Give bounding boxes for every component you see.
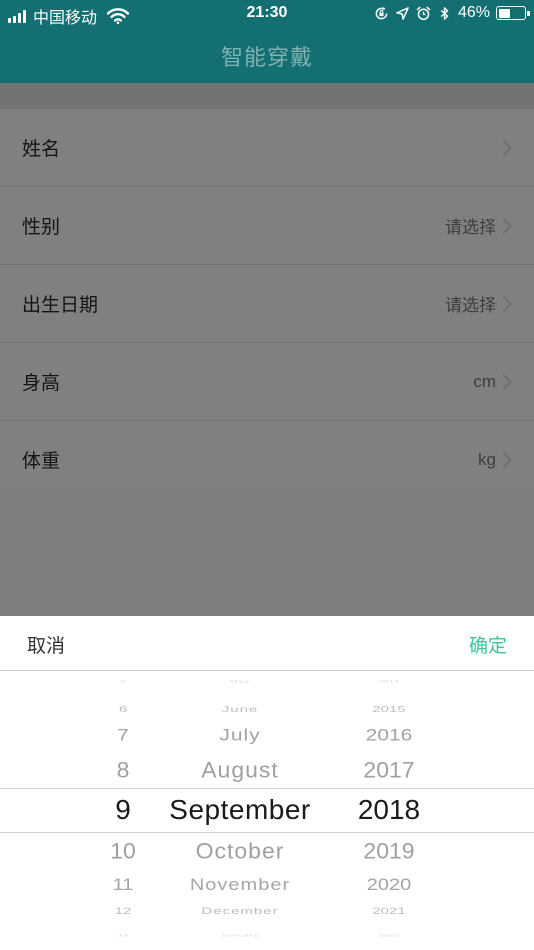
form-row-value-wrap: 请选择 [445,213,512,238]
day-option[interactable]: 11 [93,875,153,895]
form-row-value-wrap: 请选择 [445,291,512,316]
form-row-value-wrap: cm [473,372,512,392]
month-option[interactable]: January [150,933,330,938]
day-option[interactable]: 12 [93,905,153,916]
battery-icon [496,6,530,20]
month-option[interactable]: August [150,757,330,783]
form-row-value: cm [473,371,496,391]
battery-nub [527,11,530,16]
month-option[interactable]: May [150,679,330,684]
battery-fill [498,8,510,18]
day-option[interactable]: 5 [93,679,153,684]
day-option[interactable]: 8 [93,757,153,783]
status-bar: 中国移动 21:30 46% [0,0,534,28]
chevron-right-icon [502,295,512,312]
date-wheel[interactable]: 5 6 7 8 9 10 11 12 13 May June July Augu… [0,671,534,950]
year-option[interactable]: 2014 [339,679,439,684]
year-option[interactable]: 2016 [339,725,439,745]
chevron-right-icon [502,217,512,234]
form-row-value: kg [478,449,496,469]
month-column[interactable]: May June July August September October N… [150,671,330,950]
month-option[interactable]: November [150,875,330,895]
year-option[interactable]: 2017 [339,757,439,783]
nav-bar: 智能穿戴 [0,28,534,83]
year-column[interactable]: 2014 2015 2016 2017 2018 2019 2020 2021 … [339,671,439,950]
form-row-value: 请选择 [445,296,496,315]
year-option-selected[interactable]: 2018 [339,794,439,826]
cancel-button[interactable]: 取消 [27,631,65,658]
battery-percent: 46% [457,4,490,21]
month-option[interactable]: July [150,725,330,745]
day-option[interactable]: 7 [93,725,153,745]
form-row-value-wrap [496,139,512,157]
day-option-selected[interactable]: 9 [93,794,153,826]
month-option-selected[interactable]: September [150,794,330,826]
confirm-button[interactable]: 确定 [469,631,507,658]
form-row-birthdate[interactable]: 出生日期 请选择 [0,265,534,343]
picker-toolbar: 取消 确定 [0,616,534,671]
year-option[interactable]: 2015 [339,704,439,714]
day-option[interactable]: 10 [93,838,153,864]
year-option[interactable]: 2022 [339,933,439,938]
form-row-gender[interactable]: 性别 请选择 [0,187,534,265]
status-right: 46% [374,4,530,22]
year-option[interactable]: 2019 [339,838,439,864]
form-row-value: 请选择 [445,218,496,237]
bluetooth-icon [440,6,449,20]
year-option[interactable]: 2021 [339,905,439,916]
form-row-label: 出生日期 [22,295,99,316]
day-column[interactable]: 5 6 7 8 9 10 11 12 13 [93,671,153,950]
form-row-label: 体重 [22,451,61,472]
month-option[interactable]: December [150,905,330,916]
orientation-lock-icon [375,6,388,19]
date-picker-sheet: 取消 确定 5 6 7 8 9 10 11 12 13 May June Jul… [0,616,534,950]
alarm-icon [416,6,431,20]
month-option[interactable]: June [150,704,330,714]
page-title: 智能穿戴 [220,45,313,70]
chevron-right-icon [502,451,512,468]
day-option[interactable]: 6 [93,704,153,714]
profile-form: 姓名 性别 请选择 出生日期 请选择 身高 cm 体重 kg [0,109,534,499]
form-row-name[interactable]: 姓名 [0,109,534,187]
location-icon [396,6,409,20]
form-row-label: 性别 [22,217,61,238]
form-row-height[interactable]: 身高 cm [0,343,534,421]
chevron-right-icon [502,373,512,390]
form-row-label: 姓名 [22,139,61,160]
day-option[interactable]: 13 [93,933,153,938]
month-option[interactable]: October [150,838,330,864]
modal-overlay[interactable] [0,486,534,616]
form-row-label: 身高 [22,373,61,394]
chevron-right-icon [502,139,512,156]
form-row-value-wrap: kg [478,450,512,470]
form-top-gap [0,83,534,109]
year-option[interactable]: 2020 [339,875,439,895]
